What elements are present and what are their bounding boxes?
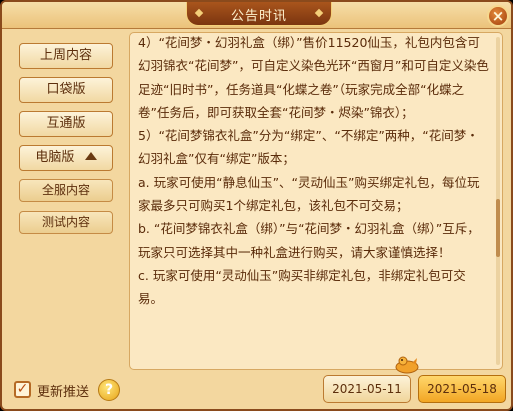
scrollbar-thumb[interactable] (496, 199, 500, 257)
sidebar-item-label: 互通版 (46, 116, 86, 131)
sidebar-item-last-week[interactable]: 上周内容 (19, 43, 113, 69)
content-scrollbar[interactable] (496, 37, 500, 365)
window-title: 公告时讯 (230, 9, 287, 24)
announcement-window: 公告时讯 × 上周内容 口袋版 互通版 电脑版 全服内容 测试内容 4）“花间梦… (0, 0, 513, 411)
paragraph-a: a. 玩家可使用“静息仙玉”、“灵动仙玉”购买绑定礼包，每位玩家最多只可购买1个… (138, 174, 480, 214)
sidebar-item-crossplay[interactable]: 互通版 (19, 111, 113, 137)
caret-up-icon (84, 152, 97, 160)
title-bar: 公告时讯 × (2, 2, 511, 29)
paragraph-4: 4）“花间梦・幻羽礼盒（绑）”售价11520仙玉，礼包内包含可幻羽锦衣“花间梦”… (138, 35, 489, 120)
sidebar-item-label: 口袋版 (46, 82, 86, 97)
sidebar-item-pocket[interactable]: 口袋版 (19, 77, 113, 103)
title-plaque: 公告时讯 (186, 2, 332, 26)
sidebar-subitem-test[interactable]: 测试内容 (19, 211, 113, 234)
sidebar-item-pc[interactable]: 电脑版 (19, 145, 113, 171)
mascot-icon (395, 356, 419, 374)
help-icon[interactable]: ? (98, 379, 120, 401)
checkmark-icon: ✓ (16, 381, 29, 397)
date-tab-previous[interactable]: 2021-05-11 (323, 375, 411, 403)
sidebar-item-label: 上周内容 (39, 48, 92, 63)
paragraph-b: b. “花间梦锦衣礼盒（绑）”与“花间梦・幻羽礼盒（绑）”互斥，玩家只可选择其中… (138, 221, 480, 260)
push-checkbox[interactable]: ✓ (14, 381, 31, 398)
date-tab-current[interactable]: 2021-05-18 (418, 375, 506, 403)
push-label: 更新推送 (37, 385, 90, 400)
sidebar-item-label: 电脑版 (35, 150, 75, 165)
sidebar-subitem-label: 测试内容 (41, 215, 90, 229)
announcement-content[interactable]: 4）“花间梦・幻羽礼盒（绑）”售价11520仙玉，礼包内包含可幻羽锦衣“花间梦”… (129, 32, 503, 370)
sidebar-subitem-label: 全服内容 (41, 183, 90, 197)
paragraph-c: c. 玩家可使用“灵动仙玉”购买非绑定礼包，非绑定礼包可交易。 (138, 267, 466, 307)
close-icon[interactable]: × (487, 5, 509, 27)
sidebar-subitem-all-servers[interactable]: 全服内容 (19, 179, 113, 202)
paragraph-5: 5）“花间梦锦衣礼盒”分为“绑定”、“不绑定”两种，“花间梦・幻羽礼盒”仅有“绑… (138, 128, 479, 167)
announcement-text: 4）“花间梦・幻羽礼盒（绑）”售价11520仙玉，礼包内包含可幻羽锦衣“花间梦”… (138, 33, 490, 311)
